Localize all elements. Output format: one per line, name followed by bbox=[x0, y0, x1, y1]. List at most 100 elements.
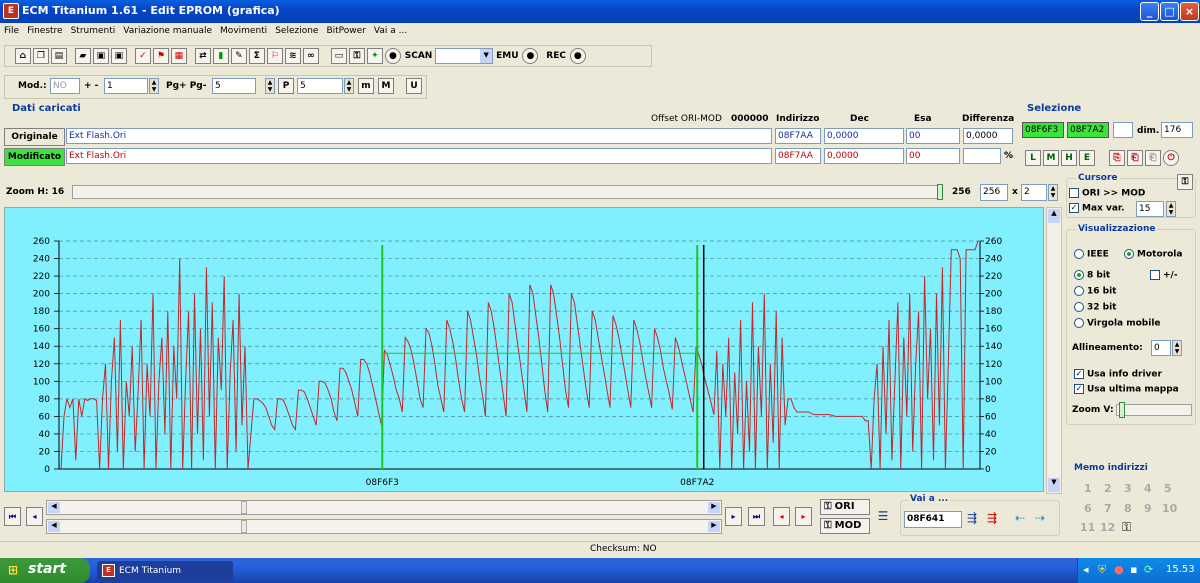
memo-12[interactable]: 12 bbox=[1100, 521, 1115, 534]
mod-hscroll-left[interactable]: ◀ bbox=[48, 521, 60, 532]
save-icon[interactable]: ▣ bbox=[92, 48, 109, 64]
nav-prev-button[interactable]: ◂ bbox=[26, 507, 43, 526]
memo-8[interactable]: 8 bbox=[1124, 502, 1132, 515]
edit-chart-icon[interactable]: ✎ bbox=[230, 48, 247, 64]
ori-hscroll[interactable]: ◀ ▶ bbox=[46, 500, 722, 515]
selezione-to[interactable]: 08F7A2 bbox=[1067, 122, 1109, 138]
power-icon[interactable]: ⏻ bbox=[1163, 150, 1179, 166]
ieee-option[interactable]: IEEE bbox=[1074, 249, 1109, 260]
select-start-icon[interactable]: L bbox=[1025, 150, 1041, 166]
check-icon[interactable]: ✓ bbox=[134, 48, 151, 64]
paste-disabled-icon[interactable]: ⎗ bbox=[1145, 150, 1161, 166]
allineamento-field[interactable]: 0 bbox=[1151, 340, 1171, 356]
selezione-blank[interactable] bbox=[1113, 122, 1133, 138]
scan-label[interactable]: SCAN bbox=[405, 51, 433, 61]
battery-icon[interactable]: ▮ bbox=[212, 48, 229, 64]
goto-ori-icon[interactable]: ⇶ bbox=[967, 511, 977, 525]
scan-select[interactable]: ▼ bbox=[435, 48, 494, 64]
select-end-icon[interactable]: E bbox=[1079, 150, 1095, 166]
m2-icon[interactable]: M bbox=[378, 78, 394, 94]
memo-2[interactable]: 2 bbox=[1104, 482, 1112, 495]
monitor-icon[interactable]: ▭ bbox=[330, 48, 347, 64]
rec-dot-icon[interactable]: ● bbox=[569, 48, 586, 64]
memo-9[interactable]: 9 bbox=[1144, 502, 1152, 515]
vai-a-field[interactable]: 08F641 bbox=[904, 511, 962, 528]
p-field[interactable]: 5 bbox=[297, 78, 343, 94]
memo-lock-icon[interactable]: ⚿ bbox=[1122, 520, 1131, 535]
ori-mod-check[interactable]: ORI >> MOD bbox=[1069, 188, 1145, 199]
bit32-option[interactable]: 32 bit bbox=[1074, 302, 1117, 313]
memo-3[interactable]: 3 bbox=[1124, 482, 1132, 495]
allineamento-spinner[interactable]: ▲ ▼ bbox=[1172, 340, 1182, 356]
memo-11[interactable]: 11 bbox=[1080, 521, 1095, 534]
mod-hscroll-thumb[interactable] bbox=[241, 520, 247, 533]
select-h-icon[interactable]: H bbox=[1061, 150, 1077, 166]
ultima-mappa-option[interactable]: ✓ Usa ultima mappa bbox=[1074, 384, 1179, 395]
ori-hscroll-left[interactable]: ◀ bbox=[48, 502, 60, 513]
zoom-h-thumb[interactable] bbox=[937, 184, 943, 200]
u-icon[interactable]: U bbox=[406, 78, 422, 94]
info-driver-checkbox[interactable]: ✓ bbox=[1074, 369, 1084, 379]
maximize-button[interactable]: □ bbox=[1160, 2, 1179, 21]
checksum-icon[interactable]: ⚑ bbox=[152, 48, 169, 64]
menu-bitpower[interactable]: BitPower bbox=[322, 23, 369, 36]
bit16-radio[interactable] bbox=[1074, 286, 1084, 296]
scan-dot-icon[interactable]: ● bbox=[384, 48, 401, 64]
step-spinner[interactable]: ▲ ▼ bbox=[149, 78, 159, 94]
antivirus-icon[interactable]: ● bbox=[1114, 563, 1124, 576]
mod-hscroll-right[interactable]: ▶ bbox=[708, 521, 720, 532]
max-var-check[interactable]: ✓ Max var. bbox=[1069, 203, 1124, 214]
bit8-option[interactable]: 8 bit bbox=[1074, 270, 1110, 281]
flag-icon[interactable]: ⚐ bbox=[266, 48, 283, 64]
max-var-checkbox[interactable]: ✓ bbox=[1069, 203, 1079, 213]
menu-variazione-manuale[interactable]: Variazione manuale bbox=[119, 23, 216, 36]
max-var-field[interactable]: 15 bbox=[1136, 201, 1164, 217]
selezione-from[interactable]: 08F6F3 bbox=[1022, 122, 1064, 138]
step-field[interactable]: 1 bbox=[104, 78, 148, 94]
nav-next-button[interactable]: ▸ bbox=[725, 507, 742, 526]
eprom-chart[interactable]: 0 0 20 20 40 40 60 60 80 80 100 100 120 120 140 140 160 1… bbox=[5, 208, 1045, 493]
zoom-mult-spinner[interactable]: ▲ ▼ bbox=[1048, 184, 1058, 201]
nav-next-diff-button[interactable]: ▸ bbox=[795, 507, 812, 526]
goto-m-left-icon[interactable]: ⇠ bbox=[1015, 511, 1025, 525]
chart-area[interactable]: 0 0 20 20 40 40 60 60 80 80 100 100 120 120 140 140 160 1… bbox=[4, 207, 1044, 492]
p-spinner[interactable]: ▲ ▼ bbox=[344, 78, 354, 94]
ultima-mappa-checkbox[interactable]: ✓ bbox=[1074, 384, 1084, 394]
chart-vscroll[interactable]: ▲ ▼ bbox=[1046, 207, 1062, 494]
home-icon[interactable]: ⌂ bbox=[14, 48, 31, 64]
virgola-radio[interactable] bbox=[1074, 318, 1084, 328]
mod-field[interactable]: NO bbox=[50, 78, 80, 94]
sync-icon[interactable]: ⟳ bbox=[1144, 563, 1153, 576]
tray-arrow-icon[interactable]: ◂ bbox=[1083, 563, 1089, 576]
copy-selection-icon[interactable]: ⎘ bbox=[1109, 150, 1125, 166]
memo-5[interactable]: 5 bbox=[1164, 482, 1172, 495]
network-icon[interactable]: ▪ bbox=[1130, 563, 1137, 576]
emu-dot-icon[interactable]: ● bbox=[522, 48, 539, 64]
zoom-v-track[interactable] bbox=[1116, 402, 1192, 418]
ori-hscroll-right[interactable]: ▶ bbox=[708, 502, 720, 513]
bit8-radio[interactable] bbox=[1074, 270, 1084, 280]
nav-last-button[interactable]: ⏭ bbox=[748, 507, 765, 526]
taskbar-app-button[interactable]: E ECM Titanium bbox=[97, 561, 233, 581]
nav-first-button[interactable]: ⏮ bbox=[4, 507, 21, 526]
calendar-icon[interactable]: ▦ bbox=[170, 48, 187, 64]
menu-finestre[interactable]: Finestre bbox=[23, 23, 67, 36]
menu-strumenti[interactable]: Strumenti bbox=[67, 23, 120, 36]
zoom-h-field[interactable]: 256 bbox=[980, 184, 1008, 201]
shield-icon[interactable]: ⛨ bbox=[1098, 563, 1106, 577]
page-icon[interactable]: P bbox=[278, 78, 294, 94]
menu-vai-a[interactable]: Vai a ... bbox=[370, 23, 411, 36]
pg-field[interactable]: 5 bbox=[212, 78, 256, 94]
memo-7[interactable]: 7 bbox=[1104, 502, 1112, 515]
open-folder-icon[interactable]: ▰ bbox=[74, 48, 91, 64]
menu-selezione[interactable]: Selezione bbox=[271, 23, 322, 36]
memo-4[interactable]: 4 bbox=[1144, 482, 1152, 495]
memo-1[interactable]: 1 bbox=[1084, 482, 1092, 495]
ieee-radio[interactable] bbox=[1074, 249, 1084, 259]
select-range-icon[interactable]: M bbox=[1043, 150, 1059, 166]
nav-prev-diff-button[interactable]: ◂ bbox=[773, 507, 790, 526]
info-driver-option[interactable]: ✓ Usa info driver bbox=[1074, 369, 1162, 380]
vscroll-up[interactable]: ▲ bbox=[1048, 209, 1060, 223]
paste-selection-icon[interactable]: ⎗ bbox=[1127, 150, 1143, 166]
cursor-lock-icon[interactable]: ⚿ bbox=[1177, 174, 1193, 190]
